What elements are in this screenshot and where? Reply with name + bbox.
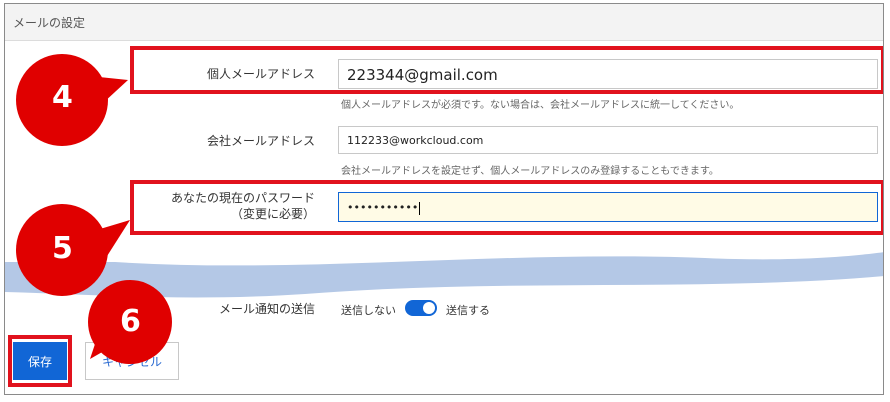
notification-off-label: 送信しない: [341, 304, 396, 317]
callout-5-number: 5: [52, 231, 73, 266]
company-email-value: 112233@workcloud.com: [347, 134, 484, 147]
company-email-field[interactable]: 112233@workcloud.com: [338, 126, 878, 154]
notification-on-label: 送信する: [446, 304, 490, 317]
company-email-hint: 会社メールアドレスを設定せず、個人メールアドレスのみ登録することもできます。: [341, 166, 719, 177]
highlight-password: [130, 180, 883, 235]
highlight-personal-email: [130, 46, 883, 94]
highlight-save: [8, 335, 72, 387]
toggle-knob: [423, 302, 435, 314]
callout-6-number: 6: [120, 304, 141, 339]
callout-4-number: 4: [52, 80, 73, 115]
company-email-label: 会社メールアドレス: [206, 134, 315, 148]
notification-toggle[interactable]: [405, 300, 437, 316]
personal-email-hint: 個人メールアドレスが必須です。ない場合は、会社メールアドレスに統一してください。: [341, 100, 740, 111]
